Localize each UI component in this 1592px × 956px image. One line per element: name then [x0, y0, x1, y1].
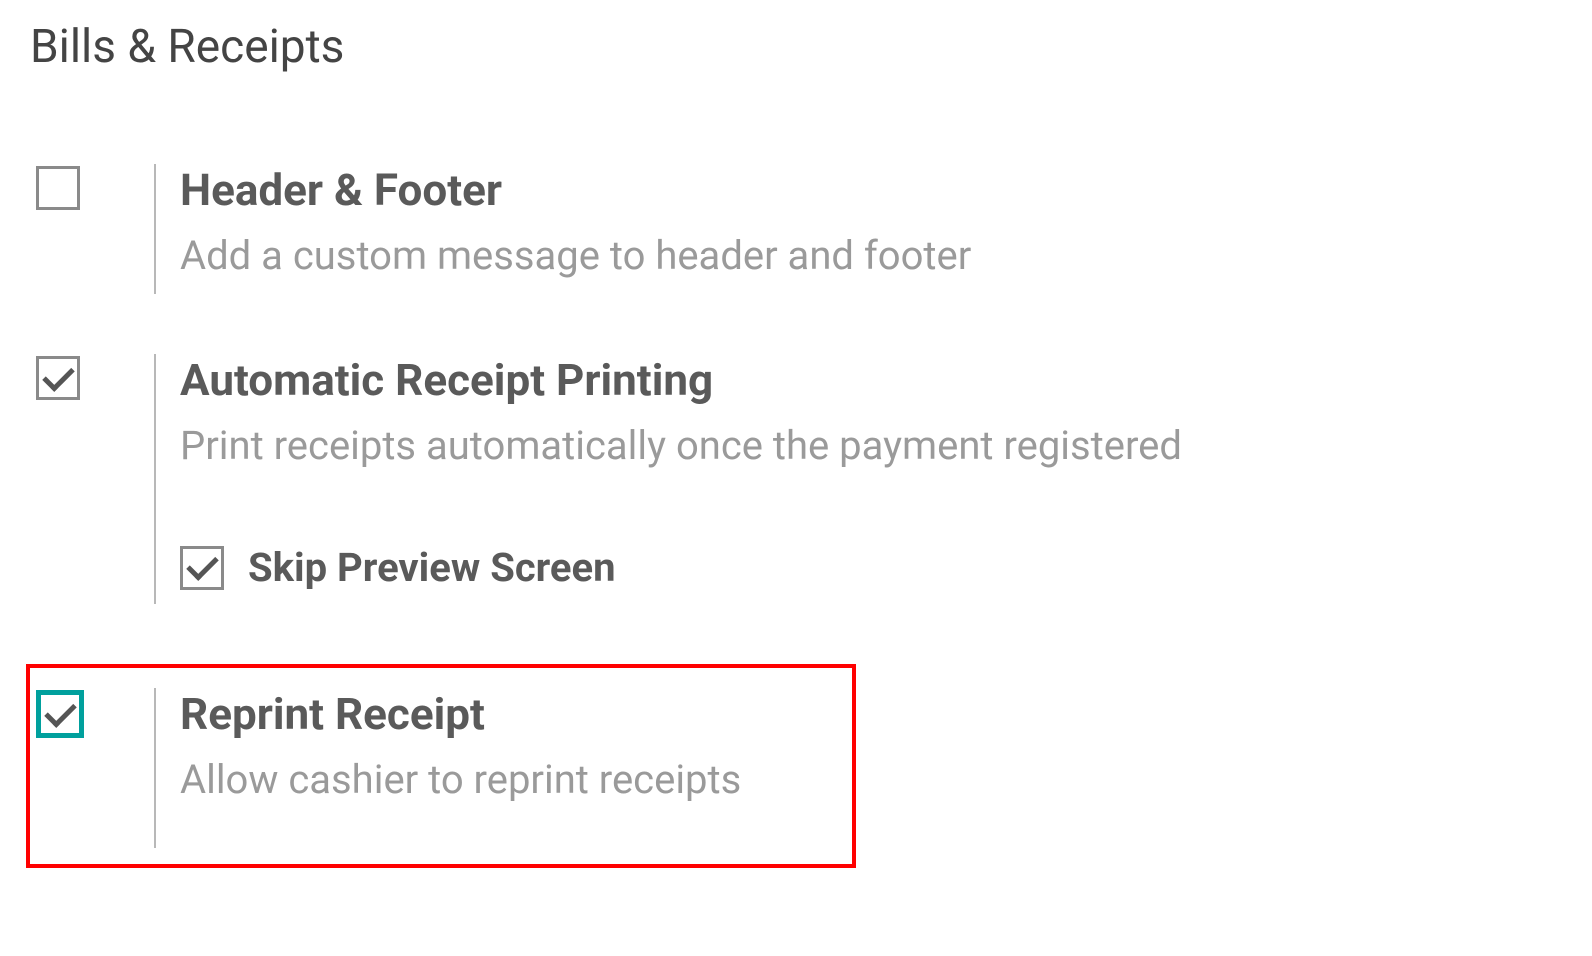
auto-receipt-description: Print receipts automatically once the pa…	[180, 420, 1562, 472]
reprint-receipt-description: Allow cashier to reprint receipts	[180, 754, 852, 806]
divider-column	[130, 688, 180, 848]
setting-auto-receipt: Automatic Receipt Printing Print receipt…	[30, 354, 1562, 604]
auto-receipt-checkbox[interactable]	[36, 356, 80, 400]
sub-setting-skip-preview: Skip Preview Screen	[180, 544, 1562, 591]
header-footer-description: Add a custom message to header and foote…	[180, 230, 1562, 282]
checkbox-column	[30, 688, 130, 738]
content-column: Reprint Receipt Allow cashier to reprint…	[180, 688, 852, 806]
vertical-divider	[154, 164, 156, 294]
header-footer-checkbox[interactable]	[36, 166, 80, 210]
content-column: Automatic Receipt Printing Print receipt…	[180, 354, 1562, 591]
auto-receipt-title: Automatic Receipt Printing	[180, 354, 1562, 406]
setting-header-footer: Header & Footer Add a custom message to …	[30, 164, 1562, 294]
skip-preview-label: Skip Preview Screen	[248, 544, 616, 591]
vertical-divider	[154, 354, 156, 604]
vertical-divider	[154, 688, 156, 848]
checkbox-column	[30, 164, 130, 210]
reprint-receipt-title: Reprint Receipt	[180, 688, 852, 740]
divider-column	[130, 164, 180, 294]
reprint-receipt-checkbox[interactable]	[36, 690, 84, 738]
skip-preview-checkbox[interactable]	[180, 546, 224, 590]
setting-reprint-receipt: Reprint Receipt Allow cashier to reprint…	[26, 664, 856, 868]
content-column: Header & Footer Add a custom message to …	[180, 164, 1562, 282]
divider-column	[130, 354, 180, 604]
checkbox-column	[30, 354, 130, 400]
section-title: Bills & Receipts	[30, 20, 1562, 74]
header-footer-title: Header & Footer	[180, 164, 1562, 216]
